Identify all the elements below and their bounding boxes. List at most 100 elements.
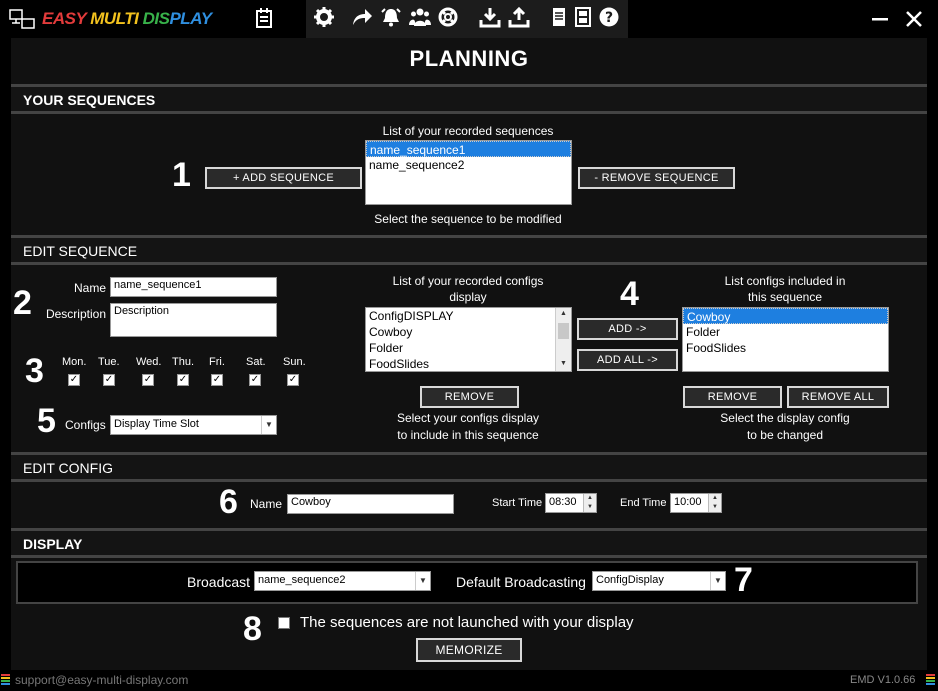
start-time-stepper[interactable]: 08:30 ▲ ▼ <box>545 493 597 513</box>
configs-select-value: Display Time Slot <box>114 418 199 430</box>
title-bar: EASY MULTI DISPLAY ? <box>0 0 938 38</box>
list-item[interactable]: Cowboy <box>366 324 571 340</box>
day-label-fri: Fri. <box>209 356 225 368</box>
group-users-icon[interactable] <box>409 6 431 28</box>
recorded-configs-hint-2: to include in this sequence <box>397 428 539 442</box>
add-all-configs-button[interactable]: ADD ALL -> <box>577 349 678 371</box>
day-checkbox-sun[interactable]: ✓ <box>287 374 299 386</box>
chevron-down-icon: ▼ <box>710 572 725 590</box>
broadcast-select-value: name_sequence2 <box>258 574 346 586</box>
section-header-your-sequences: YOUR SEQUENCES <box>11 84 927 114</box>
scroll-up-icon[interactable]: ▲ <box>556 308 571 320</box>
broadcast-select[interactable]: name_sequence2 ▼ <box>254 571 431 591</box>
gear-icon[interactable] <box>313 6 335 28</box>
scroll-down-icon[interactable]: ▼ <box>556 358 571 370</box>
sequences-listbox[interactable]: name_sequence1 name_sequence2 <box>365 140 572 205</box>
list-item[interactable]: ConfigDISPLAY <box>366 308 571 324</box>
list-item[interactable]: Folder <box>366 340 571 356</box>
day-label-mon: Mon. <box>62 356 87 368</box>
chevron-up-icon[interactable]: ▲ <box>708 494 721 503</box>
close-icon[interactable] <box>905 10 923 28</box>
sequence-name-input[interactable]: name_sequence1 <box>110 277 277 297</box>
chevron-down-icon: ▼ <box>415 572 430 590</box>
remove-recorded-config-button[interactable]: REMOVE <box>420 386 519 408</box>
add-sequence-button[interactable]: + ADD SEQUENCE <box>205 167 362 189</box>
scrollbar[interactable]: ▲ ▼ <box>555 308 571 371</box>
lifebuoy-icon[interactable] <box>437 6 459 28</box>
alarm-bell-icon[interactable] <box>380 6 402 28</box>
color-stripe-icon <box>926 674 936 686</box>
download-icon[interactable] <box>479 6 501 28</box>
day-checkbox-fri[interactable]: ✓ <box>211 374 223 386</box>
start-time-value: 08:30 <box>549 496 577 508</box>
share-arrow-icon[interactable] <box>351 6 373 28</box>
section-header-display: DISPLAY <box>11 528 927 558</box>
default-broadcasting-select[interactable]: ConfigDisplay ▼ <box>592 571 726 591</box>
remove-all-configs-button[interactable]: REMOVE ALL <box>787 386 889 408</box>
minimize-icon[interactable] <box>871 10 889 28</box>
add-config-button[interactable]: ADD -> <box>577 318 678 340</box>
autolaunch-checkbox-label: The sequences are not launched with your… <box>300 614 634 631</box>
default-broadcasting-label: Default Broadcasting <box>456 574 586 590</box>
color-stripe-icon <box>1 674 11 686</box>
end-time-value: 10:00 <box>674 496 702 508</box>
annotation-number-6: 6 <box>219 483 238 521</box>
end-time-stepper[interactable]: 10:00 ▲ ▼ <box>670 493 722 513</box>
day-checkbox-wed[interactable]: ✓ <box>142 374 154 386</box>
sequence-description-label: Description <box>45 307 106 321</box>
list-item[interactable]: FoodSlides <box>366 356 571 371</box>
section-header-edit-sequence: EDIT SEQUENCE <box>11 235 927 265</box>
scrollbar-thumb[interactable] <box>558 323 569 339</box>
memorize-button[interactable]: MEMORIZE <box>416 638 522 662</box>
day-label-tue: Tue. <box>98 356 120 368</box>
day-label-sat: Sat. <box>246 356 266 368</box>
chevron-down-icon[interactable]: ▼ <box>708 503 721 512</box>
chevron-down-icon[interactable]: ▼ <box>583 503 596 512</box>
default-broadcasting-select-value: ConfigDisplay <box>596 574 664 586</box>
annotation-number-5: 5 <box>37 402 56 440</box>
status-bar: support@easy-multi-display.com EMD V1.0.… <box>0 670 938 691</box>
annotation-number-3: 3 <box>25 352 44 390</box>
config-name-label: Name <box>250 497 283 511</box>
day-checkbox-thu[interactable]: ✓ <box>177 374 189 386</box>
day-checkbox-tue[interactable]: ✓ <box>103 374 115 386</box>
remove-sequence-button[interactable]: - REMOVE SEQUENCE <box>578 167 735 189</box>
brand-word-easy: EASY <box>42 9 91 28</box>
sequences-list-label: List of your recorded sequences <box>382 124 554 138</box>
configs-label: Configs <box>65 418 106 432</box>
list-item[interactable]: Folder <box>683 324 888 340</box>
day-label-thu: Thu. <box>172 356 195 368</box>
page-title: PLANNING <box>409 46 529 71</box>
brand-word-play: PLAY <box>169 9 212 28</box>
annotation-number-8: 8 <box>243 610 262 648</box>
day-checkbox-sat[interactable]: ✓ <box>249 374 261 386</box>
list-item[interactable]: name_sequence2 <box>366 157 571 173</box>
day-label-sun: Sun. <box>283 356 306 368</box>
document-icon[interactable] <box>548 6 570 28</box>
remove-included-config-button[interactable]: REMOVE <box>683 386 782 408</box>
included-configs-listbox[interactable]: Cowboy Folder FoodSlides <box>682 307 889 372</box>
end-time-label: End Time <box>620 497 667 509</box>
recorded-configs-listbox[interactable]: ConfigDISPLAY Cowboy Folder FoodSlides ▲… <box>365 307 572 372</box>
chevron-up-icon[interactable]: ▲ <box>583 494 596 503</box>
list-item[interactable]: FoodSlides <box>683 340 888 356</box>
configs-select[interactable]: Display Time Slot ▼ <box>110 415 277 435</box>
brand-word-dis: DIS <box>142 9 170 28</box>
list-item[interactable]: name_sequence1 <box>366 141 571 157</box>
config-name-input[interactable]: Cowboy <box>287 494 454 514</box>
sequence-description-input[interactable]: Description <box>110 303 277 337</box>
planning-icon[interactable] <box>255 8 273 28</box>
sequence-name-label: Name <box>73 281 106 295</box>
list-item[interactable]: Cowboy <box>683 308 888 324</box>
broadcast-label: Broadcast <box>187 574 251 590</box>
upload-icon[interactable] <box>508 6 530 28</box>
support-email[interactable]: support@easy-multi-display.com <box>15 673 188 687</box>
help-icon[interactable]: ? <box>598 6 620 28</box>
brand-word-multi: MULTI <box>90 9 143 28</box>
film-strip-icon[interactable] <box>572 6 594 28</box>
annotation-number-4: 4 <box>620 275 639 313</box>
annotation-number-1: 1 <box>172 156 191 194</box>
day-checkbox-mon[interactable]: ✓ <box>68 374 80 386</box>
included-configs-label: List configs included in <box>724 274 846 288</box>
autolaunch-checkbox[interactable] <box>278 617 290 629</box>
